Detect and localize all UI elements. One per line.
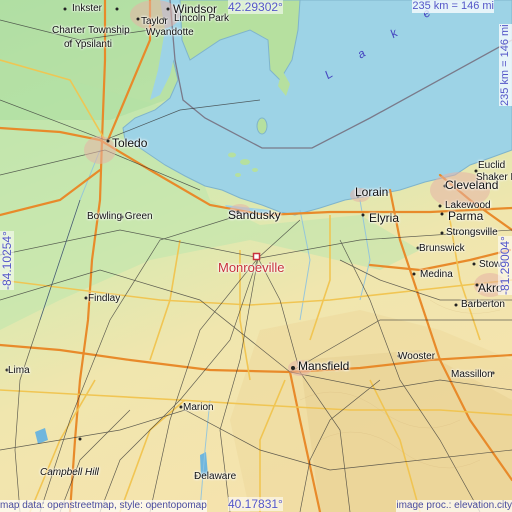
place-label-wyandotte: Wyandotte <box>146 27 194 38</box>
place-label-marion: Marion <box>183 402 214 413</box>
place-label-campbell-hill: Campbell Hill <box>40 467 99 478</box>
scale-vertical: 235 km = 146 mi <box>499 24 512 106</box>
place-label-charter-township: Charter Township <box>52 25 130 36</box>
map-canvas[interactable]: Inkster Taylor Windsor Lincoln Park Char… <box>0 0 512 512</box>
place-label-lima: Lima <box>8 365 30 376</box>
place-label-of-ypsilanti: of Ypsilanti <box>64 39 112 50</box>
place-label-shaker-h: Shaker H <box>476 172 512 183</box>
place-label-toledo: Toledo <box>112 136 148 150</box>
image-attribution: image proc.: elevation.city <box>396 500 512 512</box>
place-label-sandusky: Sandusky <box>228 208 281 222</box>
place-label-delaware: Delaware <box>194 471 237 482</box>
map-attribution: map data: openstreetmap, style: opentopo… <box>0 500 207 512</box>
place-label-medina: Medina <box>420 269 453 280</box>
place-label-mansfield: Mansfield <box>298 359 350 373</box>
focus-place-name: Monroeville <box>218 260 285 275</box>
place-label-elyria: Elyria <box>369 211 400 225</box>
monroeville-marker <box>252 252 261 261</box>
scale-horizontal: 235 km = 146 mi <box>412 0 494 13</box>
terrain-layer <box>0 0 512 512</box>
place-label-brunswick: Brunswick <box>419 243 465 254</box>
place-label-barberton: Barberton <box>461 299 505 310</box>
place-label-parma: Parma <box>448 209 484 223</box>
place-label-inkster: Inkster <box>72 3 103 14</box>
place-label-bowling-green: Bowling Green <box>87 211 153 222</box>
place-label-taylor: Taylor <box>141 16 168 27</box>
place-label-lincoln-park: Lincoln Park <box>174 13 230 24</box>
north-coordinate: 42.29302° <box>228 0 283 14</box>
place-label-euclid: Euclid <box>478 160 506 171</box>
place-label-findlay: Findlay <box>88 293 121 304</box>
west-coordinate: -84.10254° <box>0 231 14 290</box>
south-coordinate: 40.17831° <box>228 497 283 511</box>
place-label-strongsville: Strongsville <box>446 227 498 238</box>
east-coordinate: -81.29004° <box>498 236 512 295</box>
place-label-lorain: Lorain <box>355 185 389 199</box>
place-label-wooster: Wooster <box>398 351 436 362</box>
place-label-massillon: Massillon <box>451 369 493 380</box>
